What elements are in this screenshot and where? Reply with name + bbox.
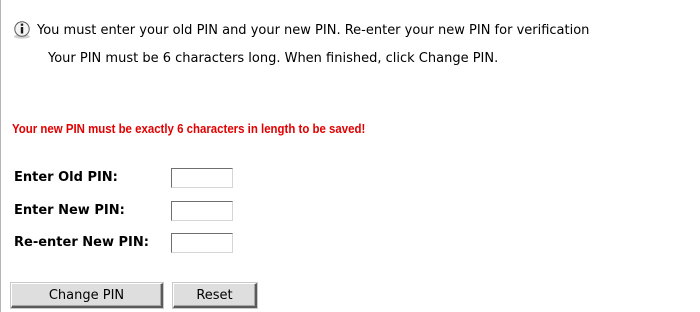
reenter-pin-row: Re-enter New PIN: [14, 231, 149, 253]
new-pin-row: Enter New PIN: [14, 199, 125, 221]
old-pin-input[interactable] [171, 168, 233, 188]
new-pin-label: Enter New PIN: [14, 202, 125, 218]
info-icon [12, 20, 32, 40]
change-pin-button[interactable]: Change PIN [11, 283, 163, 308]
info-message: You must enter your old PIN and your new… [37, 22, 590, 38]
old-pin-row: Enter Old PIN: [14, 166, 118, 188]
reset-button[interactable]: Reset [173, 283, 257, 308]
left-border [0, 0, 1, 312]
reenter-pin-input[interactable] [171, 233, 233, 253]
info-message-row: You must enter your old PIN and your new… [12, 20, 589, 40]
old-pin-label: Enter Old PIN: [14, 169, 118, 185]
pin-length-warning: Your new PIN must be exactly 6 character… [12, 121, 366, 136]
new-pin-input[interactable] [171, 201, 233, 221]
reenter-pin-label: Re-enter New PIN: [14, 234, 149, 250]
instructions-text: Your PIN must be 6 characters long. When… [48, 51, 499, 66]
